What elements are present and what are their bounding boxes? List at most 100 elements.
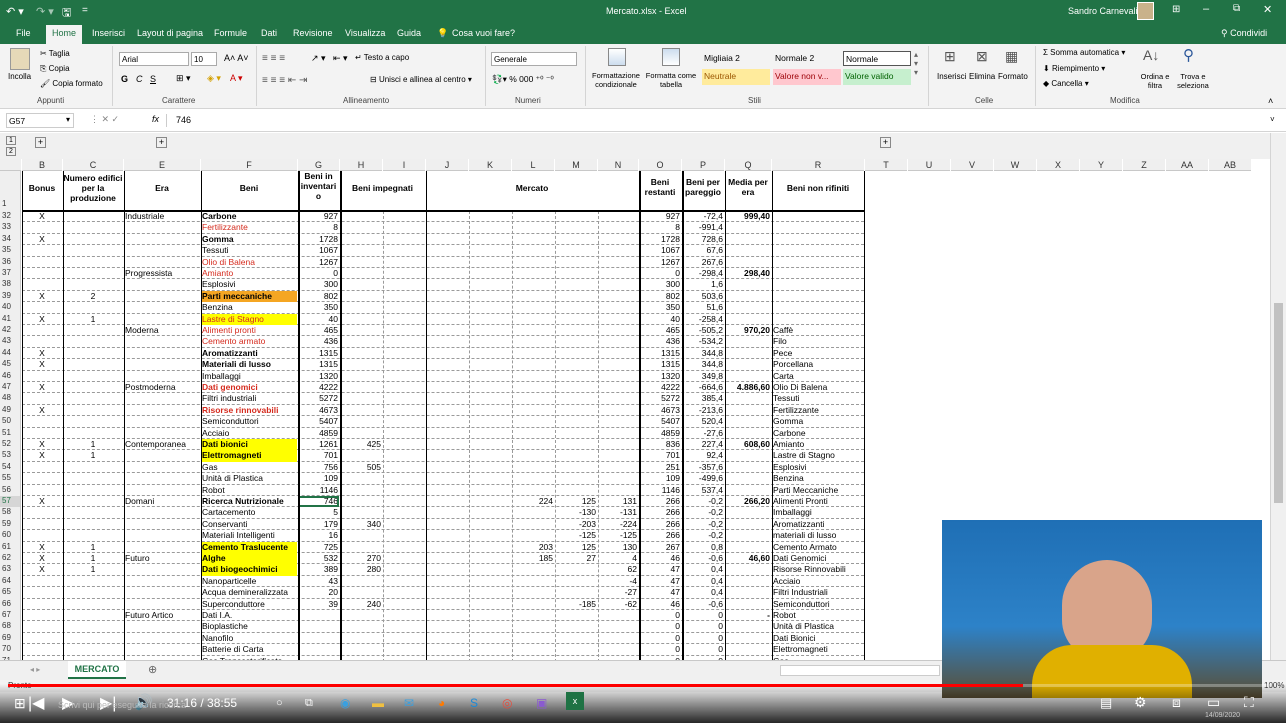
cell-p-36[interactable]: 267,6 bbox=[682, 257, 724, 268]
cell-n-34[interactable] bbox=[598, 234, 638, 245]
cell-f-32[interactable]: Carbone bbox=[201, 211, 297, 222]
taskbar-search[interactable]: Scrivi qui per eseguire la ricerca bbox=[58, 700, 186, 710]
cell-p-65[interactable]: 0,4 bbox=[682, 587, 724, 598]
cell-g-42[interactable]: 465 bbox=[298, 325, 339, 336]
cell-n-33[interactable] bbox=[598, 222, 638, 233]
cell-e-60[interactable] bbox=[124, 530, 200, 541]
collapse-ribbon-icon[interactable]: ˄ bbox=[1268, 96, 1273, 106]
cell-e-48[interactable] bbox=[124, 393, 200, 404]
cell-e-59[interactable] bbox=[124, 519, 200, 530]
cell-g-55[interactable]: 109 bbox=[298, 473, 339, 484]
borders-icon[interactable]: ⊞ ▾ bbox=[176, 73, 191, 84]
row-header[interactable]: 36 bbox=[0, 256, 21, 268]
cell-f-34[interactable]: Gomma bbox=[201, 234, 297, 245]
cell-e-50[interactable] bbox=[124, 416, 200, 427]
cell-p-32[interactable]: -72,4 bbox=[682, 211, 724, 222]
cell-g-32[interactable]: 927 bbox=[298, 211, 339, 222]
cell-h-70[interactable] bbox=[340, 644, 382, 655]
insert-function-icon[interactable]: fx bbox=[152, 114, 159, 124]
cell-l-70[interactable] bbox=[512, 644, 554, 655]
cell-p-52[interactable]: 227,4 bbox=[682, 439, 724, 450]
cell-p-47[interactable]: -664,6 bbox=[682, 382, 724, 393]
row-header[interactable]: 47 bbox=[0, 382, 21, 394]
ribbon-display-icon[interactable]: ⊞ bbox=[1172, 4, 1180, 15]
cell-q-34[interactable] bbox=[725, 234, 771, 245]
undo-icon[interactable]: ↶ ▾ bbox=[6, 5, 24, 18]
cell-n-66[interactable]: -62 bbox=[598, 599, 638, 610]
row-header[interactable]: 59 bbox=[0, 518, 21, 531]
cell-r-52[interactable]: Amianto bbox=[772, 439, 864, 450]
cell-g-37[interactable]: 0 bbox=[298, 268, 339, 279]
cell-l-67[interactable] bbox=[512, 610, 554, 621]
cell-h-51[interactable] bbox=[340, 428, 382, 439]
cell-q-36[interactable] bbox=[725, 257, 771, 268]
cell-r-70[interactable]: Elettromagneti bbox=[772, 644, 864, 655]
cell-b-50[interactable] bbox=[22, 416, 62, 427]
cell-q-48[interactable] bbox=[725, 393, 771, 404]
cell-f-68[interactable]: Bioplastiche bbox=[201, 621, 297, 632]
mail-icon[interactable]: ✉ bbox=[404, 696, 414, 710]
cell-q-37[interactable]: 298,40 bbox=[725, 268, 771, 279]
cell-q-59[interactable] bbox=[725, 519, 771, 530]
autosum-button[interactable]: Σ Somma automatica ▾ bbox=[1043, 48, 1125, 57]
column-header-z[interactable]: Z bbox=[1123, 159, 1165, 171]
column-header-u[interactable]: U bbox=[908, 159, 950, 171]
cell-c-60[interactable] bbox=[63, 530, 123, 541]
style-normale[interactable]: Normale bbox=[843, 51, 911, 66]
cell-e-35[interactable] bbox=[124, 245, 200, 256]
cell-e-36[interactable] bbox=[124, 257, 200, 268]
cell-b-34[interactable]: X bbox=[22, 234, 62, 245]
cell-p-41[interactable]: -258,4 bbox=[682, 314, 724, 325]
cell-b-55[interactable] bbox=[22, 473, 62, 484]
delete-cells-button[interactable]: Elimina bbox=[969, 72, 995, 81]
cell-m-45[interactable] bbox=[555, 359, 597, 370]
cell-g-53[interactable]: 701 bbox=[298, 450, 339, 461]
cell-p-34[interactable]: 728,6 bbox=[682, 234, 724, 245]
cell-p-55[interactable]: -499,6 bbox=[682, 473, 724, 484]
cell-l-63[interactable] bbox=[512, 564, 554, 575]
row-header[interactable]: 56 bbox=[0, 484, 21, 496]
cell-g-56[interactable]: 1146 bbox=[298, 485, 339, 496]
cell-p-38[interactable]: 1,6 bbox=[682, 279, 724, 290]
cell-g-47[interactable]: 4222 bbox=[298, 382, 339, 393]
previous-icon[interactable]: |◀ bbox=[28, 693, 44, 713]
cell-q-57[interactable]: 266,20 bbox=[725, 496, 771, 507]
cell-b-37[interactable] bbox=[22, 268, 62, 279]
cell-c-34[interactable] bbox=[63, 234, 123, 245]
column-header-v[interactable]: V bbox=[951, 159, 993, 171]
vertical-scroll-thumb[interactable] bbox=[1274, 303, 1283, 503]
cell-o-43[interactable]: 436 bbox=[639, 336, 681, 347]
name-box[interactable]: G57 bbox=[6, 113, 74, 128]
cell-b-39[interactable]: X bbox=[22, 291, 62, 302]
cell-h-61[interactable] bbox=[340, 542, 382, 553]
cell-l-36[interactable] bbox=[512, 257, 554, 268]
row-header[interactable]: 55 bbox=[0, 473, 21, 485]
cell-r-48[interactable]: Tessuti bbox=[772, 393, 864, 404]
cell-n-52[interactable] bbox=[598, 439, 638, 450]
cell-c-54[interactable] bbox=[63, 462, 123, 473]
cell-p-58[interactable]: -0,2 bbox=[682, 507, 724, 518]
cell-h-66[interactable]: 240 bbox=[340, 599, 382, 610]
cell-r-39[interactable] bbox=[772, 291, 864, 302]
cell-g-70[interactable] bbox=[298, 644, 339, 655]
cell-p-51[interactable]: -27,6 bbox=[682, 428, 724, 439]
cell-r-47[interactable]: Olio Di Balena bbox=[772, 382, 864, 393]
row-header[interactable]: 63 bbox=[0, 564, 21, 576]
cell-g-34[interactable]: 1728 bbox=[298, 234, 339, 245]
cell-h-36[interactable] bbox=[340, 257, 382, 268]
captions-icon[interactable]: ▤ bbox=[1100, 695, 1112, 711]
wrap-text-button[interactable]: ↵ Testo a capo bbox=[355, 53, 409, 62]
cell-c-69[interactable] bbox=[63, 633, 123, 644]
cell-f-53[interactable]: Elettromagneti bbox=[201, 450, 297, 462]
cell-e-58[interactable] bbox=[124, 507, 200, 518]
close-icon[interactable]: ✕ bbox=[1263, 3, 1272, 16]
cell-b-35[interactable] bbox=[22, 245, 62, 256]
cell-p-50[interactable]: 520,4 bbox=[682, 416, 724, 427]
cell-r-41[interactable] bbox=[772, 314, 864, 325]
cell-h-46[interactable] bbox=[340, 371, 382, 382]
cell-g-52[interactable]: 1261 bbox=[298, 439, 339, 450]
cell-h-37[interactable] bbox=[340, 268, 382, 279]
cell-r-32[interactable] bbox=[772, 211, 864, 222]
cell-q-51[interactable] bbox=[725, 428, 771, 439]
cell-c-39[interactable]: 2 bbox=[63, 291, 123, 302]
